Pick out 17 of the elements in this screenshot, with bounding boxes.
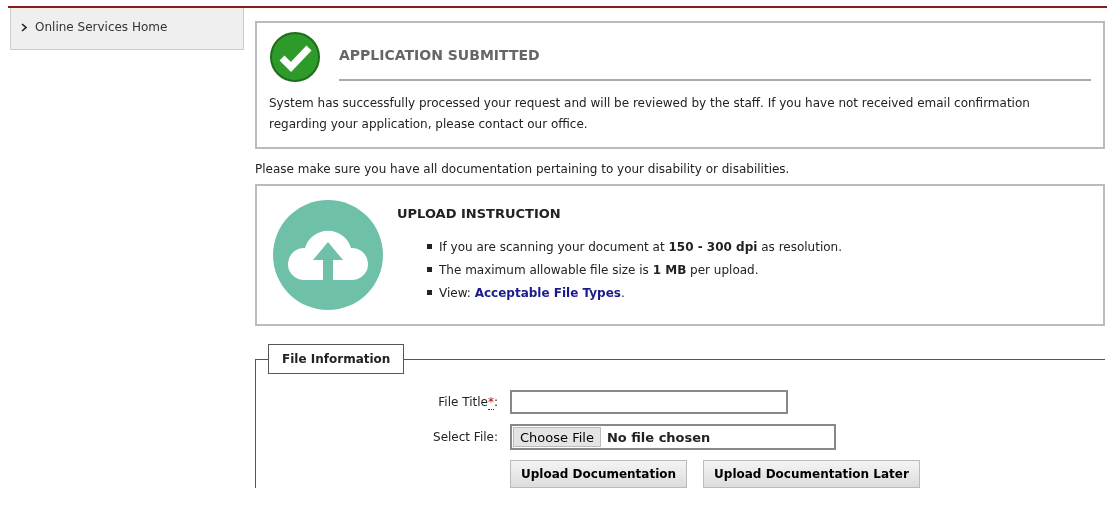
choose-file-button[interactable]: Choose File <box>513 427 601 447</box>
field-label: File Title*: <box>437 395 498 409</box>
instruction-item: If you are scanning your document at 150 - 300 dpi as resolution. <box>439 238 842 255</box>
file-status: No file chosen <box>606 429 711 445</box>
instruction-item: View: Acceptable File Types. <box>439 284 625 301</box>
instruction-title: UPLOAD INSTRUCTION <box>397 206 562 221</box>
file-input[interactable]: Choose File No file chosen <box>510 424 836 450</box>
instruction-item: The maximum allowable file size is 1 MB per upload. <box>439 261 759 278</box>
upload-button[interactable]: Upload Documentation Later <box>703 460 920 488</box>
fieldset-legend: File Information <box>268 344 405 374</box>
sidebar-link[interactable]: Online Services Home <box>10 8 244 50</box>
success-title: APPLICATION SUBMITTED <box>339 37 1091 81</box>
notice-text: Please make sure you have all documentation pertaining to your disability or disabilities. <box>255 162 791 176</box>
upload-button[interactable]: Upload Documentation <box>510 460 688 488</box>
file-types-link[interactable]: Acceptable File Types <box>474 285 621 300</box>
field-label: Select File: <box>432 430 498 444</box>
success-message: System has successfully processed your request and will be reviewed by the staff. If you have not received email confirmation regarding your application, please contact our office. <box>269 95 1031 133</box>
